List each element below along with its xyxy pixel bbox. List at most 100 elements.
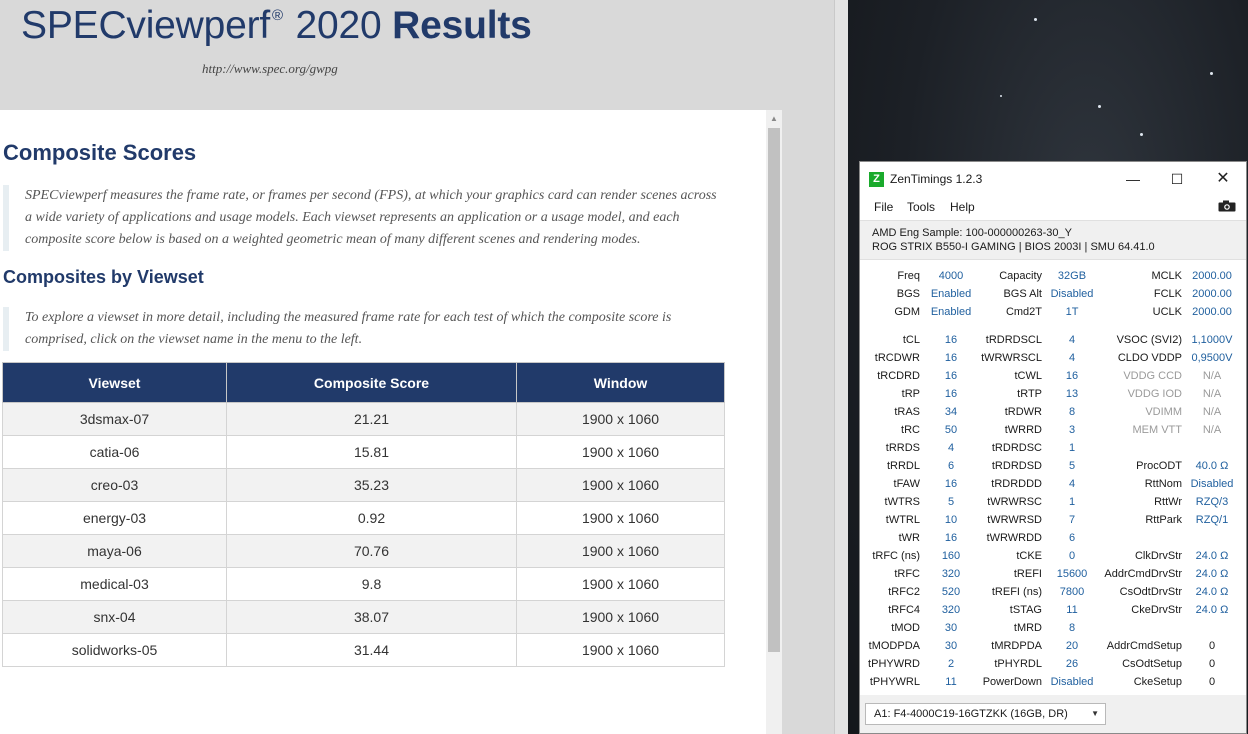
timing-label: tWR: [898, 532, 920, 544]
timing-label: tRCDWR: [874, 352, 920, 364]
timing-value: 4: [1068, 478, 1076, 490]
voltage-value: 24.0 Ω: [1195, 604, 1229, 616]
timing-value: 2: [947, 658, 955, 670]
score-cell: 21.21: [226, 402, 517, 436]
voltage-value: N/A: [1202, 424, 1222, 436]
window-cell: 1900 x 1060: [516, 468, 725, 502]
timing-value: 11: [1066, 604, 1078, 616]
voltage-label: RttPark: [1145, 514, 1182, 526]
viewset-cell: energy-03: [2, 501, 227, 535]
voltage-label: RttWr: [1154, 496, 1182, 508]
score-cell: 31.44: [226, 633, 517, 667]
timing-value: 50: [944, 424, 958, 436]
specviewperf-results-window: SPECviewperf ® 2020 Results http://www.sp…: [0, 0, 848, 734]
timing-value: 6: [1068, 532, 1076, 544]
timing-label: tREFI: [1013, 568, 1042, 580]
scroll-up-arrow-icon[interactable]: ▲: [766, 110, 782, 127]
timing-value: 30: [944, 640, 958, 652]
timing-value: 34: [944, 406, 958, 418]
outer-scrollbar[interactable]: [834, 0, 848, 734]
capacity-value: 32GB: [1057, 270, 1087, 282]
star: [1098, 105, 1101, 108]
timing-value: 5: [1068, 460, 1076, 472]
zentimings-logo-icon: Z: [869, 172, 884, 187]
score-cell: 15.81: [226, 435, 517, 469]
window-cell: 1900 x 1060: [516, 567, 725, 601]
voltage-value: 24.0 Ω: [1195, 586, 1229, 598]
timing-value: 16: [944, 478, 958, 490]
timing-value: 15600: [1056, 568, 1088, 580]
timing-value: 26: [1065, 658, 1079, 670]
spec-url-link[interactable]: http://www.spec.org/gwpg: [202, 61, 338, 77]
timing-value: 1: [1068, 496, 1076, 508]
mclk-label: MCLK: [1151, 270, 1182, 282]
gdm-value: Enabled: [930, 306, 972, 318]
system-info-panel: AMD Eng Sample: 100-000000263-30_Y ROG S…: [860, 220, 1246, 260]
scroll-thumb[interactable]: [768, 128, 780, 652]
voltage-label: VDIMM: [1145, 406, 1182, 418]
mclk-value: 2000.00: [1192, 270, 1232, 282]
voltage-value: Disabled: [1190, 478, 1234, 490]
timing-value: 16: [944, 388, 958, 400]
composites-by-viewset-heading: Composites by Viewset: [3, 267, 204, 287]
camera-icon[interactable]: [1218, 200, 1236, 212]
cpu-label: AMD Eng Sample: 100-000000263-30_Y: [872, 227, 1072, 239]
maximize-icon[interactable]: ☐: [1154, 166, 1200, 192]
voltage-label: VSOC (SVI2): [1116, 334, 1182, 346]
score-cell: 35.23: [226, 468, 517, 502]
voltage-label: MEM VTT: [1132, 424, 1183, 436]
intro-blockquote: SPECviewperf measures the frame rate, or…: [3, 185, 723, 251]
composite-scores-heading: Composite Scores: [3, 140, 197, 165]
table-header-row: Viewset Composite Score Window: [2, 362, 725, 403]
voltage-value: 1,1000V: [1191, 334, 1233, 346]
table-row: solidworks-05 31.44 1900 x 1060: [2, 633, 725, 667]
timing-label: tRRDS: [885, 442, 920, 454]
voltage-label: CsOdtSetup: [1122, 658, 1182, 670]
table-row: catia-06 15.81 1900 x 1060: [2, 435, 725, 469]
voltage-label: ClkDrvStr: [1134, 550, 1182, 562]
timing-label: PowerDown: [982, 676, 1042, 688]
minimize-icon[interactable]: —: [1110, 166, 1156, 192]
menu-file[interactable]: File: [874, 200, 893, 214]
timing-label: tWRWRDD: [986, 532, 1042, 544]
cmd2t-label: Cmd2T: [1005, 306, 1042, 318]
results-content: Composite Scores SPECviewperf measures t…: [0, 110, 766, 734]
timing-value: 7: [1068, 514, 1076, 526]
menu-help[interactable]: Help: [950, 200, 975, 214]
viewset-cell: creo-03: [2, 468, 227, 502]
timing-value: 0: [1068, 550, 1076, 562]
voltage-value: RZQ/3: [1195, 496, 1229, 508]
bgs-alt-value: Disabled: [1050, 288, 1094, 300]
voltage-label: VDDG CCD: [1123, 370, 1182, 382]
viewset-cell: maya-06: [2, 534, 227, 568]
composite-score-table: Viewset Composite Score Window 3dsmax-07…: [2, 362, 725, 667]
timing-label: tRDRDDD: [991, 478, 1042, 490]
timing-label: tWTRL: [885, 514, 920, 526]
chevron-down-icon: ▼: [1091, 709, 1099, 718]
timing-value: 160: [941, 550, 961, 562]
menu-tools[interactable]: Tools: [907, 200, 935, 214]
bgs-label: BGS: [896, 288, 920, 300]
dimm-footer: A1: F4-4000C19-16GTZKK (16GB, DR) ▼: [860, 695, 1246, 733]
zentimings-titlebar[interactable]: Z ZenTimings 1.2.3 — ☐ ✕: [860, 162, 1246, 196]
dimm-select[interactable]: A1: F4-4000C19-16GTZKK (16GB, DR) ▼: [865, 703, 1106, 725]
content-vertical-scrollbar[interactable]: ▲: [766, 110, 782, 734]
star: [1140, 133, 1143, 136]
timing-value: 10: [944, 514, 958, 526]
voltage-value: N/A: [1202, 388, 1222, 400]
board-label: ROG STRIX B550-I GAMING | BIOS 2003I | S…: [872, 241, 1155, 253]
cmd2t-value: 1T: [1065, 306, 1079, 318]
score-cell: 38.07: [226, 600, 517, 634]
freq-label: Freq: [897, 270, 920, 282]
timing-label: tPHYRDL: [994, 658, 1042, 670]
close-icon[interactable]: ✕: [1200, 166, 1246, 192]
window-cell: 1900 x 1060: [516, 633, 725, 667]
title-main: SPECviewperf: [21, 4, 271, 47]
score-cell: 9.8: [226, 567, 517, 601]
timing-label: tRFC (ns): [872, 550, 920, 562]
title-year: 2020: [284, 4, 393, 47]
timing-value: 520: [941, 586, 961, 598]
timing-value: 13: [1065, 388, 1079, 400]
timing-label: tMOD: [891, 622, 920, 634]
score-cell: 70.76: [226, 534, 517, 568]
